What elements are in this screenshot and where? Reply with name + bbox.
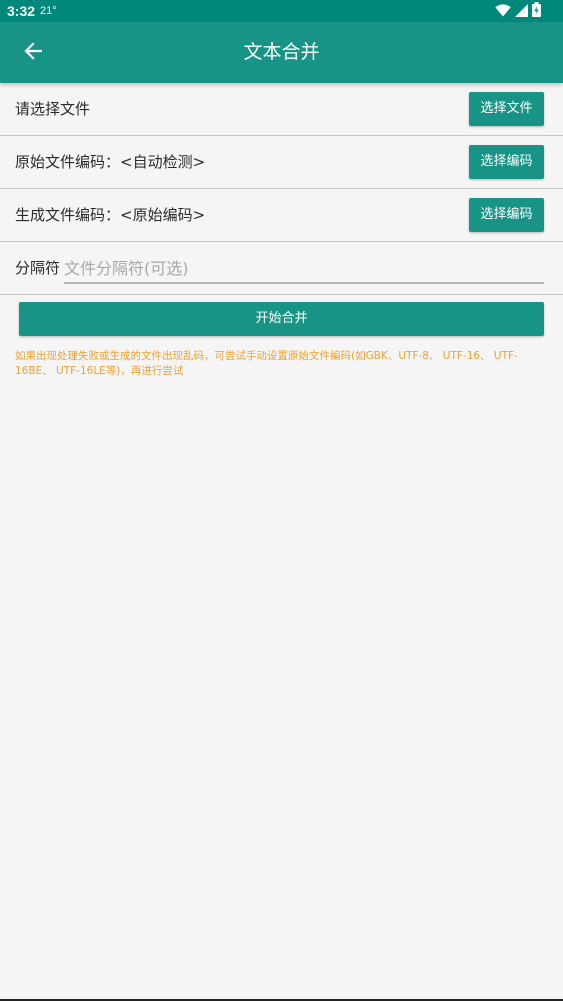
source-encoding-label: 原始文件编码：<自动检测> [15,153,206,171]
separator-row: 分隔符 [0,242,563,295]
select-file-button[interactable]: 选择文件 [469,92,544,126]
source-encoding-row: 原始文件编码：<自动检测> 选择编码 [0,136,563,189]
page-title: 文本合并 [243,41,320,63]
output-encoding-row: 生成文件编码：<原始编码> 选择编码 [0,189,563,242]
status-temperature: 21° [40,5,57,17]
select-source-encoding-button[interactable]: 选择编码 [469,145,544,179]
separator-input[interactable] [64,255,544,284]
file-label: 请选择文件 [15,100,91,118]
start-merge-button[interactable]: 开始合并 [19,302,544,336]
file-row: 请选择文件 选择文件 [0,83,563,136]
status-icons [495,1,541,21]
cell-signal-icon [515,2,528,21]
status-time: 3:32 [7,3,36,19]
output-encoding-label: 生成文件编码：<原始编码> [15,206,206,224]
back-button[interactable] [18,38,48,68]
battery-icon [532,1,541,21]
app-bar: 文本合并 [0,22,563,83]
select-output-encoding-button[interactable]: 选择编码 [469,198,544,232]
arrow-left-icon [24,42,43,64]
wifi-icon [495,2,511,21]
status-bar: 3:32 21° [0,0,563,22]
separator-label: 分隔符 [15,259,61,277]
hint-text: 如果出现处理失败或生成的文件出现乱码，可尝试手动设置原始文件编码(如GBK、UT… [15,350,518,377]
